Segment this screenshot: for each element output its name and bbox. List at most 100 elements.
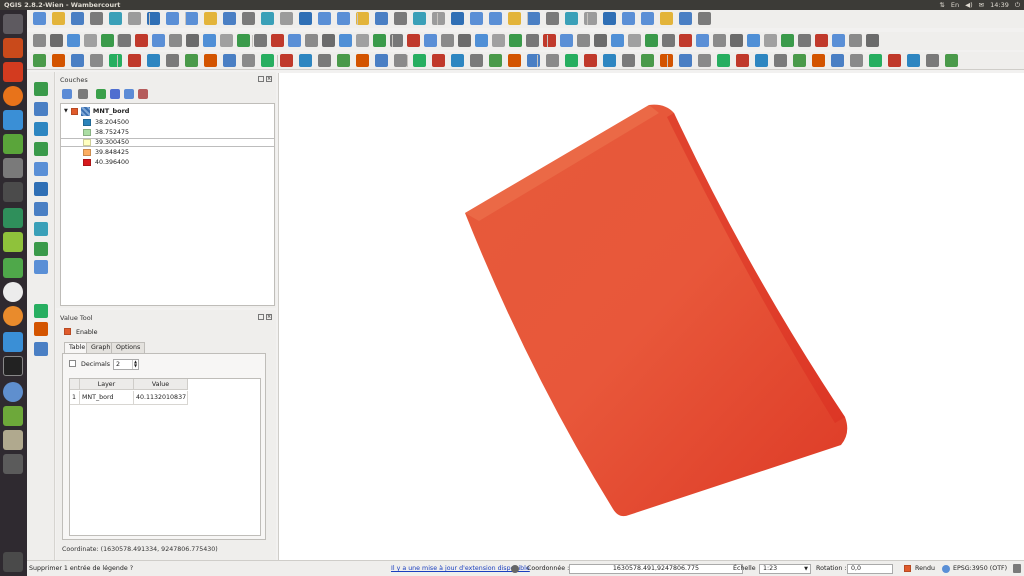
- network-icon[interactable]: ⇅: [939, 0, 944, 10]
- decimals-checkbox[interactable]: [69, 360, 76, 367]
- toolbar-tool-icon[interactable]: [186, 34, 199, 47]
- qgis-icon[interactable]: [3, 258, 23, 278]
- toolbar-tool-icon[interactable]: [526, 34, 539, 47]
- toolbar-tool-icon[interactable]: [798, 34, 811, 47]
- toolbar-tool-icon[interactable]: [71, 54, 84, 67]
- add-layer-tool-icon[interactable]: [34, 342, 48, 356]
- table-cell-layer[interactable]: MNT_bord: [80, 391, 134, 405]
- app-icon[interactable]: [3, 208, 23, 228]
- toolbar-tool-icon[interactable]: [560, 34, 573, 47]
- toolbar-tool-icon[interactable]: [280, 12, 293, 25]
- toolbar-tool-icon[interactable]: [713, 34, 726, 47]
- collapse-arrow-icon[interactable]: ▼: [64, 108, 68, 114]
- toolbar-tool-icon[interactable]: [645, 34, 658, 47]
- app-icon[interactable]: [3, 282, 23, 302]
- toolbar-tool-icon[interactable]: [33, 54, 46, 67]
- keyboard-layout-indicator[interactable]: En: [951, 0, 959, 10]
- toolbar-tool-icon[interactable]: [424, 34, 437, 47]
- app-icon[interactable]: [3, 382, 23, 402]
- toolbar-tool-icon[interactable]: [223, 54, 236, 67]
- toolbar-tool-icon[interactable]: [489, 12, 502, 25]
- app-icon[interactable]: [3, 430, 23, 450]
- toolbar-tool-icon[interactable]: [84, 34, 97, 47]
- toolbar-tool-icon[interactable]: [781, 34, 794, 47]
- filter-icon[interactable]: [96, 89, 106, 99]
- toolbar-tool-icon[interactable]: [356, 54, 369, 67]
- eye-icon[interactable]: [78, 89, 88, 99]
- toolbar-tool-icon[interactable]: [641, 54, 654, 67]
- toolbar-tool-icon[interactable]: [220, 34, 233, 47]
- toolbar-tool-icon[interactable]: [261, 12, 274, 25]
- column-header-layer[interactable]: Layer: [80, 379, 134, 390]
- add-layer-tool-icon[interactable]: [34, 322, 48, 336]
- toolbar-tool-icon[interactable]: [584, 12, 597, 25]
- toolbar-tool-icon[interactable]: [594, 34, 607, 47]
- legend-item[interactable]: 40.396400: [83, 158, 129, 167]
- toolbar-tool-icon[interactable]: [203, 34, 216, 47]
- toolbar-tool-icon[interactable]: [451, 12, 464, 25]
- toolbar-tool-icon[interactable]: [603, 54, 616, 67]
- toolbar-tool-icon[interactable]: [169, 34, 182, 47]
- toolbar-tool-icon[interactable]: [611, 34, 624, 47]
- toolbar-tool-icon[interactable]: [394, 54, 407, 67]
- toolbar-tool-icon[interactable]: [33, 34, 46, 47]
- toolbar-tool-icon[interactable]: [185, 12, 198, 25]
- toolbar-tool-icon[interactable]: [747, 34, 760, 47]
- toolbar-tool-icon[interactable]: [337, 54, 350, 67]
- toolbar-tool-icon[interactable]: [489, 54, 502, 67]
- toolbar-tool-icon[interactable]: [508, 54, 521, 67]
- toolbar-tool-icon[interactable]: [774, 54, 787, 67]
- toolbar-tool-icon[interactable]: [432, 12, 445, 25]
- column-header-value[interactable]: Value: [134, 379, 188, 390]
- toolbar-tool-icon[interactable]: [850, 54, 863, 67]
- toolbar-tool-icon[interactable]: [831, 54, 844, 67]
- toolbar-tool-icon[interactable]: [223, 12, 236, 25]
- add-layer-tool-icon[interactable]: [34, 242, 48, 256]
- toolbar-tool-icon[interactable]: [527, 54, 540, 67]
- toolbar-tool-icon[interactable]: [394, 12, 407, 25]
- volume-icon[interactable]: ◀): [965, 0, 973, 10]
- toolbar-tool-icon[interactable]: [451, 54, 464, 67]
- toolbar-tool-icon[interactable]: [628, 34, 641, 47]
- add-layer-tool-icon[interactable]: [34, 202, 48, 216]
- add-layer-tool-icon[interactable]: [34, 222, 48, 236]
- crs-globe-icon[interactable]: [942, 565, 950, 573]
- toolbar-tool-icon[interactable]: [280, 54, 293, 67]
- toolbar-tool-icon[interactable]: [849, 34, 862, 47]
- toolbar-tool-icon[interactable]: [441, 34, 454, 47]
- calc-icon[interactable]: [3, 134, 23, 154]
- power-icon[interactable]: ⏻: [1015, 0, 1020, 10]
- toolbar-tool-icon[interactable]: [109, 54, 122, 67]
- toolbar-tool-icon[interactable]: [470, 54, 483, 67]
- toolbar-tool-icon[interactable]: [907, 54, 920, 67]
- render-checkbox[interactable]: [904, 565, 911, 572]
- toolbar-tool-icon[interactable]: [475, 34, 488, 47]
- messages-icon[interactable]: [1013, 564, 1021, 573]
- toolbar-tool-icon[interactable]: [90, 54, 103, 67]
- toolbar-tool-icon[interactable]: [356, 34, 369, 47]
- toolbar-tool-icon[interactable]: [508, 12, 521, 25]
- expand-all-icon[interactable]: [124, 89, 134, 99]
- toolbar-tool-icon[interactable]: [679, 12, 692, 25]
- toolbar-tool-icon[interactable]: [50, 34, 63, 47]
- toolbar-tool-icon[interactable]: [271, 34, 284, 47]
- add-layer-tool-icon[interactable]: [34, 182, 48, 196]
- toolbar-tool-icon[interactable]: [888, 54, 901, 67]
- toolbar-tool-icon[interactable]: [339, 34, 352, 47]
- toolbar-tool-icon[interactable]: [679, 34, 692, 47]
- open-layer-styling-icon[interactable]: [62, 89, 72, 99]
- toolbar-tool-icon[interactable]: [299, 54, 312, 67]
- toolbar-tool-icon[interactable]: [736, 54, 749, 67]
- toolbar-tool-icon[interactable]: [812, 54, 825, 67]
- toolbar-tool-icon[interactable]: [52, 54, 65, 67]
- enable-checkbox[interactable]: [64, 328, 71, 335]
- app-icon[interactable]: [3, 454, 23, 474]
- app-icon[interactable]: [3, 182, 23, 202]
- toolbar-tool-icon[interactable]: [866, 34, 879, 47]
- toolbar-tool-icon[interactable]: [407, 34, 420, 47]
- toolbar-tool-icon[interactable]: [945, 54, 958, 67]
- add-layer-tool-icon[interactable]: [34, 304, 48, 318]
- close-panel-icon[interactable]: ×: [266, 314, 272, 320]
- firefox-icon[interactable]: [3, 86, 23, 106]
- toolbar-tool-icon[interactable]: [730, 34, 743, 47]
